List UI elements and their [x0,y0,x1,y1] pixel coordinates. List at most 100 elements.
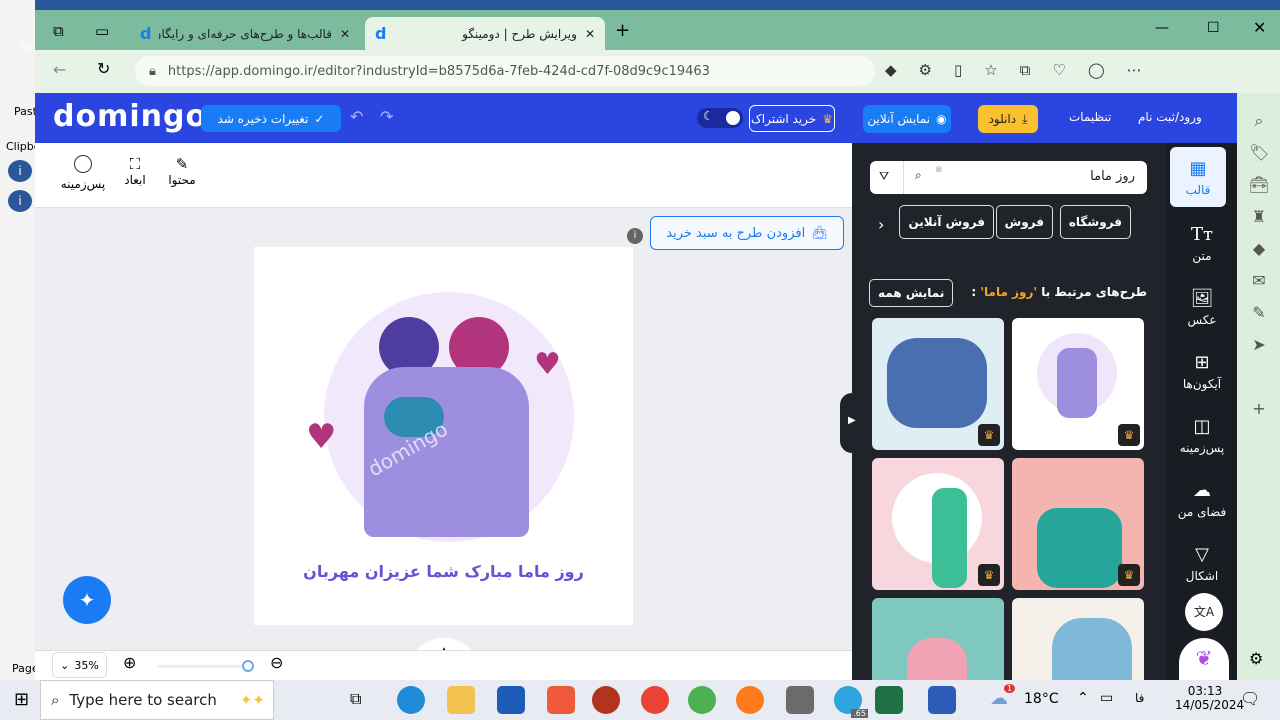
tab-editor[interactable]: d ویرایش طرح | دومینگو ✕ [365,17,605,50]
translate-icon[interactable]: 文A [1185,593,1223,631]
template-thumb[interactable]: ♛ [872,458,1004,590]
minimize-icon[interactable]: — [1155,20,1169,36]
edge-sidebar-icons[interactable]: ⌕ 🏷︎ 🧰︎ ♜ ◆ ✉ ✎ ➤ + [1249,105,1269,425]
windows-start-icon[interactable]: ⊞ [14,689,29,710]
preview-button[interactable]: نمایش آنلاین ◉ [863,105,951,133]
back-icon[interactable]: ← [53,60,66,79]
notifications-icon[interactable]: 🗨︎ [1240,689,1260,708]
zoom-in-icon[interactable]: ⊕ [123,653,136,672]
template-search[interactable]: ⛛ ⌕ ⊗ روز ماما [870,161,1147,194]
temperature[interactable]: 18°C [1024,691,1059,707]
collapse-panel-button[interactable]: ▶ [840,393,864,453]
settings-link[interactable]: تنظیمات [1069,110,1111,124]
layout-icon: ▦ [1189,157,1207,179]
template-thumb[interactable]: ♛ [872,318,1004,450]
browser-toolbar-icons[interactable]: ◆⚙▯☆⧉♡◯⋯ [885,61,1164,79]
theme-toggle[interactable]: ☾ [697,108,743,128]
word-icon[interactable] [928,686,956,714]
edge-icon[interactable] [397,686,425,714]
workspaces-icon[interactable]: ⧉ [53,22,64,40]
taskbar: ⊞ ⌕ Type here to search ✦✦ ⧉ .65 ☁ 1 18°C ⌃… [0,680,1280,720]
clock[interactable]: 03:13 14/05/2024 [1175,684,1244,712]
new-tab-icon[interactable]: + [615,20,630,41]
chevron-right-icon[interactable]: › [878,215,884,234]
chevron-up-icon[interactable]: ⌃ [1077,690,1089,706]
battery-icon[interactable]: ▭ [1100,690,1113,706]
close-window-icon[interactable]: ✕ [1253,18,1266,37]
gear-icon[interactable]: ⚙ [1249,649,1263,668]
template-thumb[interactable] [1012,598,1144,680]
login-link[interactable]: ورود/ثبت نام [1138,110,1202,124]
excel-icon[interactable] [875,686,903,714]
saved-status-button[interactable]: تغییرات ذخیره شد ✓ [201,105,341,132]
reload-icon[interactable]: ↻ [97,59,110,78]
maximize-icon[interactable]: ☐ [1207,20,1220,36]
sidebar-item-photo[interactable]: 🖼︎ عکس [1167,277,1237,337]
subscribe-button[interactable]: خرید اشتراک ♛ [749,105,835,132]
content-tool[interactable]: ✎ محتوا [165,155,199,187]
template-thumb[interactable]: ♛ [1012,318,1144,450]
chip-online-sales[interactable]: فروش آنلاین [899,205,994,239]
camtasia-icon[interactable] [547,686,575,714]
sidebar-item-icons[interactable]: ⊞ آیکون‌ها [1167,341,1237,401]
info-icon: i [8,160,32,182]
app-header: domingo تغییرات ذخیره شد ✓ ↶ ↷ ☾ خرید اشت… [35,93,1237,143]
crown-icon: ♛ [978,564,1000,586]
sidebar-item-my-space[interactable]: ☁ فضای من [1167,469,1237,529]
sidebar: ▦ قالب Tт متن 🖼︎ عکس ⊞ آیکون‌ها ◫ پس‌زمینه ☁ ف… [1167,143,1237,680]
brain-icon[interactable]: ❦ [1179,638,1229,680]
tab-templates[interactable]: d قالب‌ها و طرح‌های حرفه‌ای و رایگان ✕ [130,17,360,50]
design-canvas[interactable]: ♥ ♥ domingo روز ماما مبارک شما عزیزان مه… [254,247,633,625]
domingo-logo[interactable]: domingo [53,99,207,134]
heart-icon: ♥ [306,417,337,457]
store-icon[interactable] [497,686,525,714]
taskbar-search[interactable]: ⌕ Type here to search ✦✦ [40,680,274,720]
clear-icon[interactable]: ⊗ [935,165,943,175]
language-indicator[interactable]: فا [1135,691,1144,705]
size-tool[interactable]: ⛶ ابعاد [120,155,150,187]
undo-icon[interactable]: ↶ [350,107,363,126]
zoom-out-icon[interactable]: ⊖ [270,653,283,672]
shapes-icon: ▽ [1195,543,1209,565]
chevron-down-icon: ⌄ [60,658,70,672]
chip-store[interactable]: فروشگاه [1059,205,1131,239]
download-button[interactable]: دانلود ⤓ [978,105,1038,133]
close-tab-icon[interactable]: ✕ [340,27,350,41]
firefox-icon[interactable] [736,686,764,714]
zoom-slider[interactable] [158,660,254,672]
sidebar-item-text[interactable]: Tт متن [1167,213,1237,273]
check-icon: ✓ [314,111,325,126]
sidebar-item-shapes[interactable]: ▽ اشکال [1167,533,1237,593]
sidebar-item-background[interactable]: ◫ پس‌زمینه [1167,405,1237,465]
design-text[interactable]: روز ماما مبارک شما عزیزان مهربان [254,562,633,581]
add-to-cart-button[interactable]: افزودن طرح به سبد خرید 👜︎ [650,216,844,250]
zoom-bar: ⌄ 35% ⊕ ⊖ [35,650,852,680]
zoom-select[interactable]: ⌄ 35% [52,652,107,678]
psiphon-icon[interactable] [592,686,620,714]
crown-icon: ♛ [978,424,1000,446]
weather-icon[interactable]: ☁ 1 [990,684,1016,709]
search-icon[interactable]: ⌕ [915,168,922,183]
chip-sales[interactable]: فروش [995,205,1053,239]
url-field[interactable]: 🔒︎ https://app.domingo.ir/editor?industr… [135,56,875,86]
chrome-icon[interactable] [641,686,669,714]
task-view-icon[interactable]: ⧉ [350,689,361,709]
sidebar-item-template[interactable]: ▦ قالب [1170,147,1226,207]
app-icon[interactable] [786,686,814,714]
redo-icon[interactable]: ↷ [380,107,393,126]
show-all-button[interactable]: نمایش همه [869,279,954,307]
info-icon[interactable]: i [627,228,643,244]
telegram-icon[interactable]: .65 [834,686,868,718]
idm-icon[interactable] [688,686,716,714]
heart-icon: ♥ [534,347,561,382]
tab-actions-icon[interactable]: ▭ [95,22,109,40]
tab-bar: ⧉ ▭ d قالب‌ها و طرح‌های حرفه‌ای و رایگان… [35,10,1280,50]
template-thumb[interactable] [872,598,1004,680]
template-thumb[interactable]: ♛ [1012,458,1144,590]
file-explorer-icon[interactable] [447,686,475,714]
filter-icon[interactable]: ⛛ [879,169,889,184]
crown-icon: ♛ [1118,564,1140,586]
close-tab-icon[interactable]: ✕ [585,27,595,41]
magic-wand-button[interactable]: ✦ [63,576,111,624]
background-tool[interactable]: پس‌زمینه [60,155,106,191]
